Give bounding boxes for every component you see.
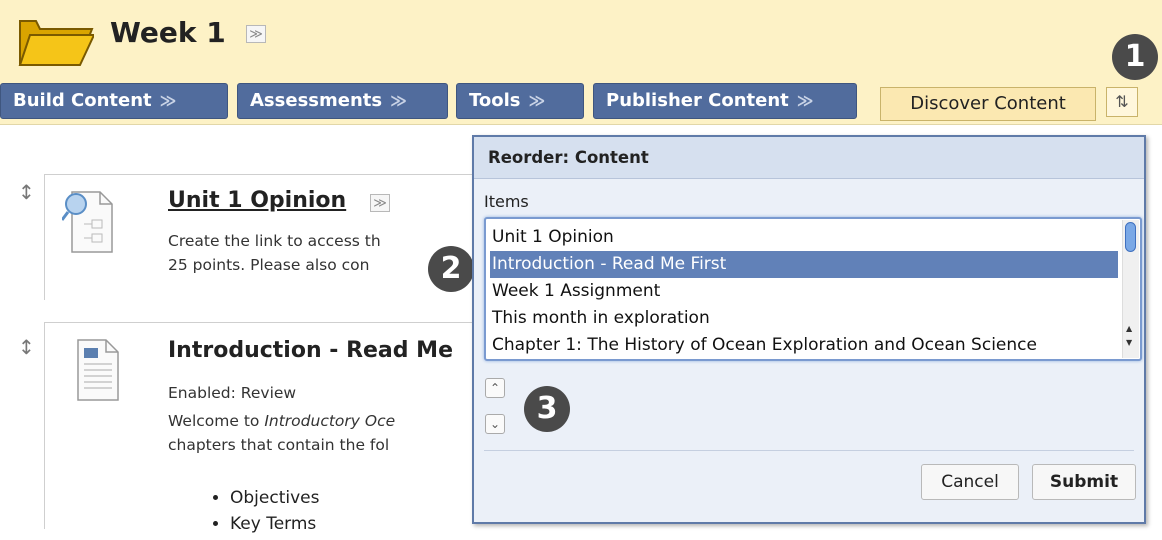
content-item-title: Introduction - Read Me [168,338,453,363]
dialog-divider [484,450,1134,451]
content-item-description: Create the link to access th [168,232,381,250]
items-label: Items [484,192,529,211]
build-content-label: Build Content [13,90,152,111]
tools-label: Tools [469,90,521,111]
item-menu-chevron-icon[interactable]: ≫ [370,194,390,212]
scrollbar-thumb[interactable] [1125,222,1136,252]
content-item-description: Welcome to Introductory Oce [168,412,395,430]
submit-button[interactable]: Submit [1032,464,1136,500]
drag-handle-icon[interactable]: ↕ [18,180,35,204]
page-title: Week 1 [110,16,226,49]
chevron-down-icon: ≫ [390,91,407,110]
listbox-scrollbar[interactable]: ▲ ▼ [1122,220,1139,358]
move-up-button[interactable]: ⌃ [485,378,505,398]
drag-handle-icon[interactable]: ↕ [18,335,35,359]
cancel-button[interactable]: Cancel [921,464,1019,500]
content-item-description: chapters that contain the fol [168,436,390,454]
tools-button[interactable]: Tools ≫ [456,83,584,119]
publisher-content-button[interactable]: Publisher Content ≫ [593,83,857,119]
scroll-up-icon[interactable]: ▲ [1126,324,1132,333]
chevron-down-icon: ≫ [796,91,814,110]
folder-icon [18,20,94,66]
content-item-status: Enabled: Review [168,384,297,402]
items-listbox[interactable]: Unit 1 Opinion Introduction - Read Me Fi… [484,217,1142,361]
bullet-list: Objectives Key Terms [208,488,319,540]
content-item-title[interactable]: Unit 1 Opinion [168,188,346,213]
document-icon [77,339,119,401]
callout-badge-3: 3 [524,386,570,432]
list-item: Key Terms [230,514,319,540]
list-item[interactable]: Chapter 1: The History of Ocean Explorat… [490,332,1118,359]
title-menu-chevron-icon[interactable]: ≫ [246,25,266,43]
link-document-icon [62,191,113,253]
page-header: Week 1 ≫ Build Content ≫ Assessments ≫ Too… [0,0,1162,125]
move-down-button[interactable]: ⌄ [485,414,505,434]
dialog-title: Reorder: Content [474,137,1144,179]
publisher-content-label: Publisher Content [606,90,789,111]
chevron-down-icon: ≫ [159,91,177,110]
chevron-down-icon: ≫ [528,91,546,110]
description-italic-text: Introductory Oce [264,412,396,430]
description-text: Welcome to [168,412,265,430]
reorder-arrows-icon[interactable]: ⇅ [1106,87,1138,117]
list-item[interactable]: Unit 1 Opinion [490,224,1118,251]
list-item[interactable]: Week 1 Assignment [490,278,1118,305]
assessments-label: Assessments [250,90,383,111]
list-item[interactable]: This month in exploration [490,305,1118,332]
callout-badge-2: 2 [428,246,474,292]
list-item: Objectives [230,488,319,514]
assessments-button[interactable]: Assessments ≫ [237,83,448,119]
content-item-description: 25 points. Please also con [168,256,370,274]
callout-badge-1: 1 [1112,34,1158,80]
scroll-down-icon[interactable]: ▼ [1126,338,1132,347]
reorder-dialog: Reorder: Content Items Unit 1 Opinion In… [472,135,1146,524]
build-content-button[interactable]: Build Content ≫ [0,83,228,119]
discover-content-button[interactable]: Discover Content [880,87,1096,121]
list-item-selected[interactable]: Introduction - Read Me First [490,251,1118,278]
